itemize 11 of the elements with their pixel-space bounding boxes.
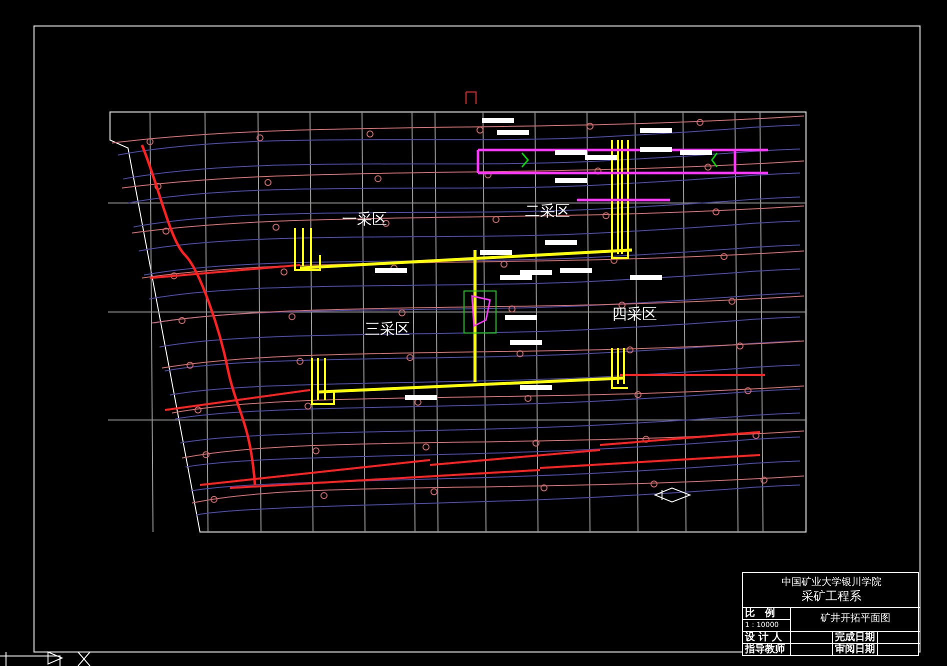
department-name: 采矿工程系 — [802, 589, 862, 605]
institution-name: 中国矿业大学银川学院 — [782, 576, 882, 589]
drawing-title: 矿井开拓平面图 — [820, 612, 892, 626]
scale-label: 比 例 — [743, 608, 791, 619]
ucs-icon — [0, 652, 90, 666]
mining-area-label: 三采区 — [365, 320, 410, 338]
signature-label: 指导教师 — [743, 642, 791, 655]
date-label: 审阅日期 — [833, 642, 878, 655]
date-label: 完成日期 — [833, 630, 878, 643]
signature-field — [791, 630, 833, 643]
signature-label: 设 计 人 — [743, 630, 791, 643]
